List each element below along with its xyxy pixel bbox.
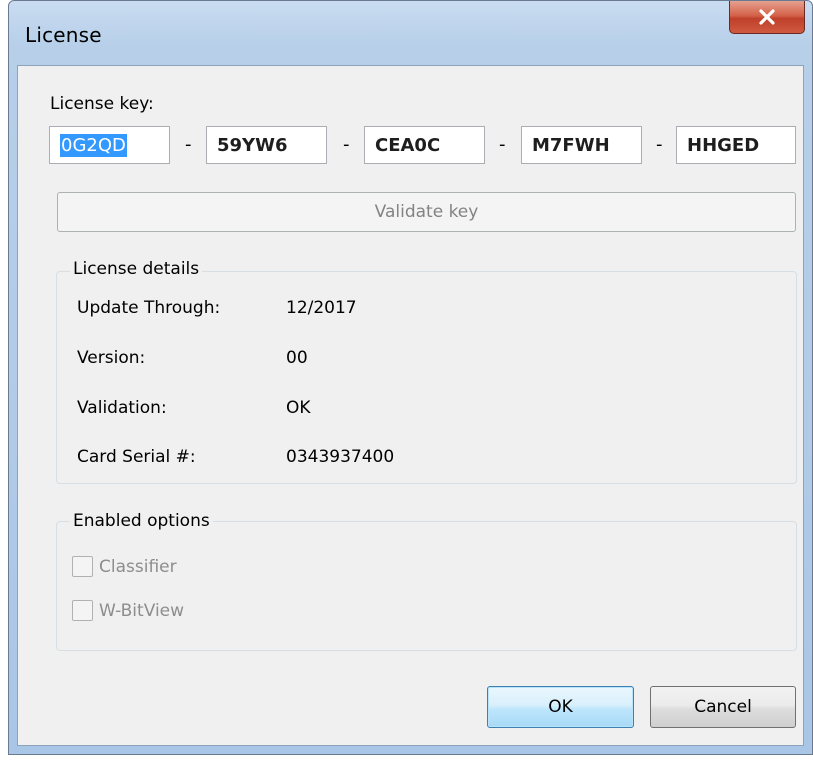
close-icon — [758, 9, 776, 25]
license-key-segment-1[interactable]: 0G2QD — [49, 126, 170, 164]
version-value: 00 — [286, 348, 308, 368]
update-through-label: Update Through: — [77, 298, 221, 318]
card-serial-label: Card Serial #: — [77, 447, 196, 467]
close-button[interactable] — [729, 1, 805, 34]
key-separator: - — [343, 134, 350, 155]
card-serial-value: 0343937400 — [286, 447, 395, 467]
validation-value: OK — [286, 398, 311, 418]
w-bitview-checkbox[interactable] — [72, 600, 93, 621]
validation-label: Validation: — [77, 398, 167, 418]
classifier-option[interactable]: Classifier — [72, 556, 177, 577]
cancel-button[interactable]: Cancel — [650, 686, 796, 728]
window-title: License — [25, 23, 102, 47]
license-key-segment-3-text: CEA0C — [375, 134, 441, 156]
license-key-segment-2[interactable]: 59YW6 — [206, 126, 327, 164]
key-separator: - — [499, 134, 506, 155]
classifier-label: Classifier — [99, 556, 177, 577]
enabled-options-group — [56, 521, 797, 651]
ok-button[interactable]: OK — [487, 686, 634, 728]
w-bitview-option[interactable]: W-BitView — [72, 600, 184, 621]
key-separator: - — [656, 134, 663, 155]
license-key-segment-3[interactable]: CEA0C — [364, 126, 485, 164]
enabled-options-title: Enabled options — [70, 511, 213, 531]
license-key-label: License key: — [50, 94, 154, 114]
key-separator: - — [185, 134, 192, 155]
license-key-segment-2-text: 59YW6 — [217, 134, 288, 156]
license-key-segment-4[interactable]: M7FWH — [521, 126, 642, 164]
license-key-segment-5[interactable]: HHGED — [676, 126, 796, 164]
license-key-segment-4-text: M7FWH — [532, 134, 610, 156]
validate-key-button[interactable]: Validate key — [57, 192, 796, 232]
license-dialog: License License key: 0G2QD - 59YW6 - CEA… — [8, 0, 813, 755]
dialog-body: License key: 0G2QD - 59YW6 - CEA0C - M7F… — [17, 65, 804, 746]
license-key-segment-1-text: 0G2QD — [60, 133, 127, 157]
w-bitview-label: W-BitView — [99, 600, 185, 621]
license-key-segment-5-text: HHGED — [687, 134, 760, 156]
classifier-checkbox[interactable] — [72, 556, 93, 577]
version-label: Version: — [77, 348, 146, 368]
license-details-title: License details — [70, 259, 203, 279]
update-through-value: 12/2017 — [286, 298, 357, 318]
